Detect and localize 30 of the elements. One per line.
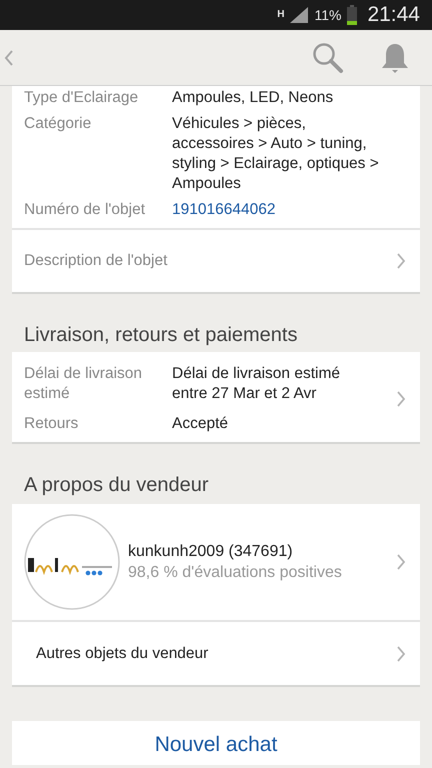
battery-icon <box>347 5 358 25</box>
chevron-icon <box>396 252 406 270</box>
back-icon <box>4 48 14 66</box>
bell-icon <box>380 42 410 74</box>
detail-label: Catégorie <box>24 114 92 134</box>
clock-time: 21:44 <box>367 3 420 27</box>
notifications-button[interactable] <box>380 42 410 74</box>
section-title: A propos du vendeur <box>24 474 209 496</box>
seller-feedback: 98,6 % d'évaluations positives <box>128 563 343 583</box>
shipping-label: Délai de livraison estimé <box>24 364 144 404</box>
detail-value: Véhicules > pièces, accessoires > Auto > tuning, styling > Eclairage, optiques > Ampoules <box>172 114 380 194</box>
seller-name: kunkunh2009 (347691) <box>128 542 294 562</box>
network-type: H <box>277 10 284 20</box>
search-button[interactable] <box>312 42 344 74</box>
item-number-link[interactable]: 191016644062 <box>172 200 408 220</box>
detail-label: Type d'Eclairage <box>24 88 140 108</box>
back-button[interactable] <box>4 48 14 66</box>
new-purchase-button[interactable]: Nouvel achat <box>12 721 420 765</box>
chevron-icon <box>396 390 406 408</box>
section-title: Livraison, retours et paiements <box>24 324 298 346</box>
battery-percent: 11% <box>314 7 342 23</box>
search-icon <box>312 42 344 74</box>
shipping-label: Retours <box>24 414 80 434</box>
chevron-icon <box>396 553 406 571</box>
signal-icon <box>290 7 308 23</box>
shipping-value: Accepté <box>172 414 230 434</box>
detail-value: Ampoules, LED, Neons <box>172 88 334 108</box>
detail-label: Numéro de l'objet <box>24 200 146 220</box>
chevron-icon <box>396 644 406 662</box>
shipping-value: Délai de livraison estimé entre 27 Mar et 2 Avr <box>172 364 341 404</box>
